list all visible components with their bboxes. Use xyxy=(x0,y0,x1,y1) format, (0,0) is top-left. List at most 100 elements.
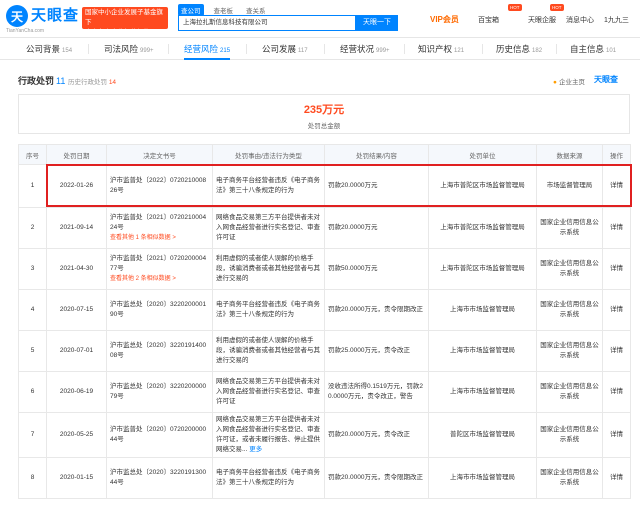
detail-link[interactable]: 详情 xyxy=(602,207,631,249)
penalty-date: 2020-06-19 xyxy=(46,371,107,413)
penalty-result: 罚款20.0000万元 xyxy=(324,207,429,249)
row-index: 1 xyxy=(18,164,47,208)
row-index: 2 xyxy=(18,207,47,249)
penalty-unit: 上海市市场监督管理局 xyxy=(428,371,537,413)
tab-history-info[interactable]: 历史信息 182 xyxy=(496,38,542,60)
company-home-link[interactable]: ● 企业主页 xyxy=(553,76,585,86)
logo-text: 天眼查 xyxy=(31,7,80,24)
penalty-reason: 电子商务平台经营者违反《电子商务法》第三十八条规定的行为 xyxy=(212,457,325,499)
penalty-summary: 235万元 处罚总金额 xyxy=(18,94,630,134)
penalty-date: 2020-07-01 xyxy=(46,330,107,372)
search-input[interactable]: 上海拉扎斯信息科技有限公司 xyxy=(178,15,356,31)
data-source: 国家企业信用信息公示系统 xyxy=(536,330,603,372)
enterprise-service-link[interactable]: 天眼企服 xyxy=(528,15,556,25)
table-row: 4 2020-07-15 沪市监总处〔2020〕322020000190号 电子… xyxy=(18,289,631,331)
data-source: 国家企业信用信息公示系统 xyxy=(536,412,603,458)
tab-business-risk[interactable]: 经营风险 215 xyxy=(184,38,231,60)
decision-doc-number: 沪市监普处〔2022〕072021000826号 xyxy=(106,164,213,208)
brand-watermark: 天眼查 xyxy=(594,75,618,84)
detail-link[interactable]: 详情 xyxy=(602,330,631,372)
penalty-reason: 利用虚假的或者使人误解的价格手段，诱骗消费者或者其他经营者与其进行交易的 xyxy=(212,330,325,372)
penalty-result: 罚款20.0000万元，责令限期改正 xyxy=(324,457,429,499)
tab-self-info[interactable]: 自主信息 101 xyxy=(570,38,616,60)
tab-company-background[interactable]: 公司背景 154 xyxy=(26,38,72,60)
penalty-table: 序号 处罚日期 决定文书号 处罚事由/违法行为类型 处罚结果/内容 处罚单位 数… xyxy=(18,144,631,499)
decision-doc-number: 沪市监普处〔2020〕072020000044号 xyxy=(106,412,213,458)
penalty-unit: 上海市市场监督管理局 xyxy=(428,330,537,372)
table-row: 2 2021-09-14 沪市监普处〔2021〕072021000424号 查看其… xyxy=(18,207,631,249)
user-menu[interactable]: 1九九三 xyxy=(604,15,629,25)
column-header: 序号 xyxy=(18,144,47,165)
penalty-unit: 上海市普陀区市场监督管理局 xyxy=(428,248,537,290)
tab-divider xyxy=(482,44,483,54)
penalty-date: 2021-09-14 xyxy=(46,207,107,249)
data-source: 国家企业信用信息公示系统 xyxy=(536,371,603,413)
detail-link[interactable]: 详情 xyxy=(602,412,631,458)
toolbox-link[interactable]: 百宝箱 xyxy=(478,15,499,25)
more-link[interactable]: 更多 xyxy=(249,446,262,453)
penalty-date: 2020-05-25 xyxy=(46,412,107,458)
decision-doc-cell: 沪市监普处〔2021〕072021000424号 查看其他 1 条相似数据 > xyxy=(106,207,213,249)
penalty-reason: 电子商务平台经营者违反《电子商务法》第三十八条规定的行为 xyxy=(212,164,325,208)
decision-doc-number: 沪市监总处〔2020〕322019140008号 xyxy=(106,330,213,372)
data-source: 国家企业信用信息公示系统 xyxy=(536,207,603,249)
column-header: 决定文书号 xyxy=(106,144,213,165)
decision-doc-number: 沪市监普处〔2021〕072020000477号 xyxy=(110,255,207,272)
penalty-reason: 利用虚假的或者使人误解的价格手段，诱骗消费者或者其他经营者与其进行交易的 xyxy=(212,248,325,290)
row-index: 7 xyxy=(18,412,47,458)
detail-link[interactable]: 详情 xyxy=(602,164,631,208)
row-index: 5 xyxy=(18,330,47,372)
promo-banner[interactable]: 国家中小企业发展子基金旗下 官方备案企业征信机构 xyxy=(82,7,168,36)
column-header: 处罚单位 xyxy=(428,144,537,165)
search-button[interactable]: 天眼一下 xyxy=(356,15,398,31)
section-header: 行政处罚 11 历史行政处罚 14 ● 企业主页 天眼查 xyxy=(0,68,640,92)
dimension-tabs: 公司背景 154 司法风险 999+ 经营风险 215 公司发展 117 经营状况 999… xyxy=(0,38,640,60)
logo[interactable]: 天 天眼查 xyxy=(6,5,79,27)
penalty-reason: 网络食品交易第三方平台提供者未对入网食品经营者进行实名登记、审查许可证 xyxy=(212,371,325,413)
history-penalty-link[interactable]: 历史行政处罚 14 xyxy=(68,76,116,86)
penalty-date: 2022-01-26 xyxy=(46,164,107,208)
tab-divider xyxy=(88,44,89,54)
row-index: 4 xyxy=(18,289,47,331)
tab-operating-status[interactable]: 经营状况 999+ xyxy=(340,38,390,60)
column-header: 处罚结果/内容 xyxy=(324,144,429,165)
similar-data-link[interactable]: 查看其他 2 条相似数据 > xyxy=(110,274,209,284)
penalty-date: 2021-04-30 xyxy=(46,248,107,290)
eye-logo-icon: 天 xyxy=(6,5,28,27)
penalty-reason: 电子商务平台经营者违反《电子商务法》第三十八条规定的行为 xyxy=(212,289,325,331)
section-count: 11 xyxy=(56,76,66,86)
similar-data-link[interactable]: 查看其他 1 条相似数据 > xyxy=(110,233,209,243)
penalty-date: 2020-01-15 xyxy=(46,457,107,499)
data-source: 国家企业信用信息公示系统 xyxy=(536,289,603,331)
detail-link[interactable]: 详情 xyxy=(602,248,631,290)
row-index: 3 xyxy=(18,248,47,290)
tab-company-development[interactable]: 公司发展 117 xyxy=(262,38,308,60)
table-row: 6 2020-06-19 沪市监总处〔2020〕322020000079号 网络… xyxy=(18,371,631,413)
decision-doc-number: 沪市监总处〔2020〕322020000190号 xyxy=(106,289,213,331)
penalty-unit: 上海市普陀区市场监督管理局 xyxy=(428,207,537,249)
table-header-row: 序号 处罚日期 决定文书号 处罚事由/违法行为类型 处罚结果/内容 处罚单位 数… xyxy=(18,144,631,165)
column-header: 操作 xyxy=(602,144,631,165)
penalty-unit: 上海市普陀区市场监督管理局 xyxy=(428,164,537,208)
data-source: 国家企业信用信息公示系统 xyxy=(536,457,603,499)
bell-icon: ● xyxy=(553,79,557,86)
tab-divider xyxy=(556,44,557,54)
detail-link[interactable]: 详情 xyxy=(602,289,631,331)
section-title: 行政处罚 11 xyxy=(18,76,66,86)
table-row: 1 2022-01-26 沪市监普处〔2022〕072021000826号 电子… xyxy=(18,164,631,208)
tab-divider xyxy=(168,44,169,54)
row-index: 8 xyxy=(18,457,47,499)
penalty-unit: 上海市市场监督管理局 xyxy=(428,289,537,331)
detail-link[interactable]: 详情 xyxy=(602,371,631,413)
tab-intellectual-property[interactable]: 知识产权 121 xyxy=(418,38,464,60)
detail-link[interactable]: 详情 xyxy=(602,457,631,499)
decision-doc-number: 沪市监总处〔2020〕322020000079号 xyxy=(106,371,213,413)
row-index: 6 xyxy=(18,371,47,413)
tab-divider xyxy=(246,44,247,54)
vip-link[interactable]: VIP会员 xyxy=(430,14,459,25)
tab-judicial-risk[interactable]: 司法风险 999+ xyxy=(104,38,154,60)
message-center-link[interactable]: 消息中心 xyxy=(566,15,594,25)
penalty-result: 罚款20.0000万元 xyxy=(324,164,429,208)
top-header: 天 天眼查 TianYanCha.com 国家中小企业发展子基金旗下 官方备案企… xyxy=(0,0,640,38)
penalty-result: 罚款20.0000万元，责令改正 xyxy=(324,412,429,458)
